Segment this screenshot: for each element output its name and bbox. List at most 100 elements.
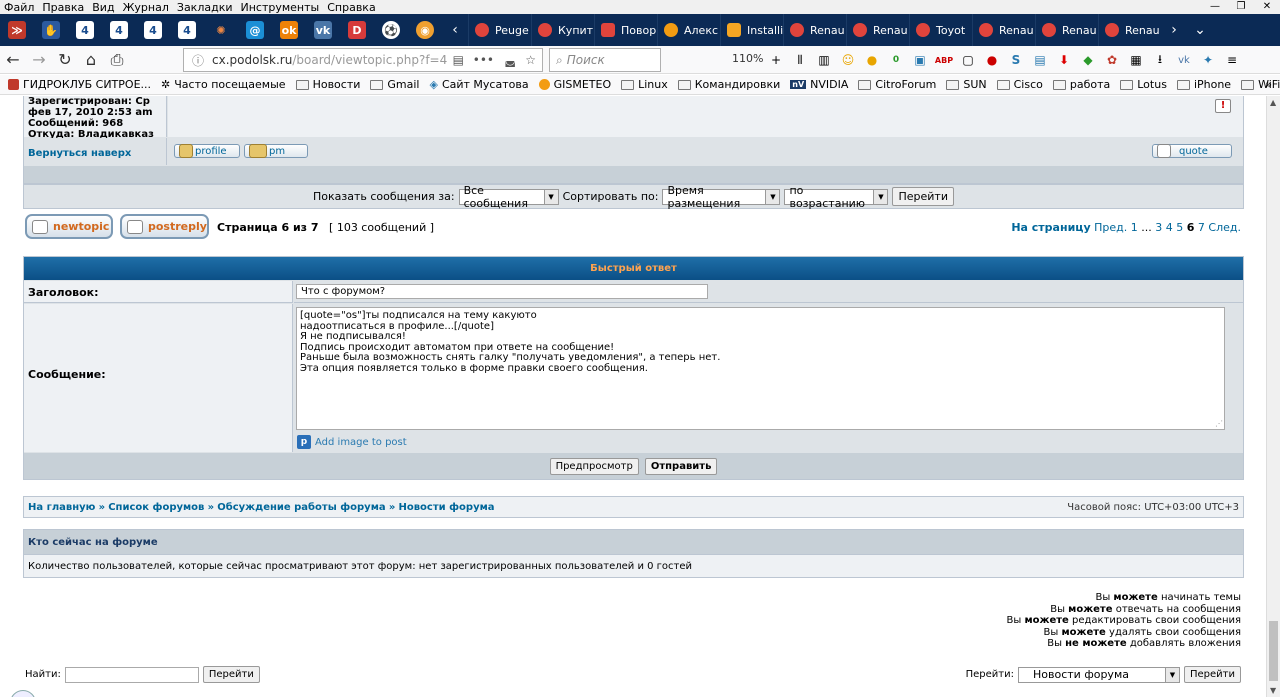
tab-renault-4[interactable]: Renau (1035, 14, 1098, 46)
emoji-icon[interactable]: ☺ (836, 49, 860, 71)
badge-addon-icon[interactable]: 0 (884, 49, 908, 71)
menu-help[interactable]: Справка (323, 1, 379, 14)
bookmarks-overflow-icon[interactable]: » (1265, 78, 1272, 91)
tab-peugeot[interactable]: Peuge (468, 14, 531, 46)
filter-go-button[interactable]: Перейти (892, 187, 954, 206)
search-input[interactable]: ⌕ Поиск (549, 48, 661, 72)
pinned-tab-4pda-1[interactable]: 4 (68, 14, 102, 46)
record-icon[interactable]: ● (980, 49, 1004, 71)
pinned-tab-4pda-2[interactable]: 4 (102, 14, 136, 46)
coin-icon[interactable]: ● (860, 49, 884, 71)
home-button[interactable]: ⌂ (78, 47, 104, 73)
reader-icon[interactable]: ▢ (956, 49, 980, 71)
page-5-link[interactable]: 5 (1176, 221, 1183, 234)
maximize-button[interactable]: ❐ (1228, 0, 1254, 14)
tab-install[interactable]: Installi (720, 14, 783, 46)
menu-history[interactable]: Журнал (119, 1, 173, 14)
flower-addon-icon[interactable]: ✿ (1100, 49, 1124, 71)
menu-bookmarks[interactable]: Закладки (173, 1, 237, 14)
bookmark-nvidia[interactable]: nV NVIDIA (790, 78, 848, 91)
save-icon[interactable]: ▤ (1028, 49, 1052, 71)
pinned-tab-ball[interactable]: ⚽ (374, 14, 408, 46)
to-page-link[interactable]: На страницу (1011, 221, 1090, 234)
adblock-icon[interactable]: ABP (932, 49, 956, 71)
message-textarea[interactable]: [quote="os"]ты подписался на тему какуют… (296, 307, 1225, 430)
downloads-icon[interactable]: ⭳ (1148, 49, 1172, 71)
bookmark-rabota[interactable]: работа (1052, 78, 1110, 91)
page-scrollbar[interactable]: ▲ ▼ (1266, 96, 1280, 697)
menu-view[interactable]: Вид (88, 1, 118, 14)
scrollbar-thumb[interactable] (1269, 621, 1278, 681)
scroll-down-icon[interactable]: ▼ (1270, 686, 1276, 695)
bookmark-citroforum[interactable]: CitroForum (858, 78, 936, 91)
submit-button[interactable]: Отправить (644, 457, 718, 475)
pinned-tab-ok[interactable]: ok (272, 14, 306, 46)
post-reply-button[interactable]: postreply (120, 214, 209, 239)
quote-button[interactable]: quote (1152, 144, 1232, 158)
translate-icon[interactable]: ✦ (1196, 49, 1220, 71)
menu-edit[interactable]: Правка (38, 1, 88, 14)
profile-button[interactable]: profile (174, 144, 240, 158)
bookmark-cisco[interactable]: Cisco (996, 78, 1043, 91)
jump-go-button[interactable]: Перейти (1184, 666, 1241, 683)
forward-button[interactable]: → (26, 47, 52, 73)
page-7-link[interactable]: 7 (1198, 221, 1205, 234)
bookmark-frequent[interactable]: ✲ Часто посещаемые (161, 78, 286, 91)
tab-povor[interactable]: Повор (594, 14, 657, 46)
page-1-link[interactable]: 1 (1131, 221, 1138, 234)
find-go-button[interactable]: Перейти (202, 666, 260, 683)
pinned-tab-circle[interactable]: ◉ (408, 14, 442, 46)
add-icon[interactable]: + (764, 49, 788, 71)
preview-button[interactable]: Предпросмотр (549, 457, 639, 475)
minimize-button[interactable]: — (1202, 0, 1228, 14)
library-icon[interactable]: ⫴ (788, 49, 812, 71)
pinned-tab-4pda-4[interactable]: 4 (170, 14, 204, 46)
bookmark-news[interactable]: Новости (295, 78, 360, 91)
reader-view-icon[interactable]: ▤ (453, 53, 464, 67)
tab-toyota[interactable]: Toyot (909, 14, 972, 46)
bookmark-hydroclub[interactable]: ГИДРОКЛУБ СИТРОЕ... (8, 78, 151, 91)
bookmark-wifi[interactable]: WiFi (1241, 78, 1280, 91)
tab-renault-3[interactable]: Renau (972, 14, 1035, 46)
tabs-list-button[interactable]: ⌄ (1187, 14, 1213, 46)
scroll-up-icon[interactable]: ▲ (1270, 98, 1276, 107)
subject-input[interactable]: Что с форумом? (296, 284, 708, 299)
bookmark-linux[interactable]: Linux (621, 78, 668, 91)
bookmark-gismeteo[interactable]: GISMETEO (538, 78, 611, 91)
bookmark-gmail[interactable]: Gmail (370, 78, 419, 91)
tab-renault-5[interactable]: Renau (1098, 14, 1161, 46)
tab-aleks[interactable]: Алекс (657, 14, 720, 46)
sort-by-select[interactable]: Время размещения ▼ (662, 184, 781, 210)
puzzle-addon-icon[interactable]: ◆ (1076, 49, 1100, 71)
bookmark-sun[interactable]: SUN (946, 78, 987, 91)
menu-file[interactable]: Файл (0, 1, 38, 14)
address-bar[interactable]: ⓘ cx.podolsk.ru/board/viewtopic.php?f=4 … (183, 48, 543, 72)
resize-handle-icon[interactable]: ⋰ (1215, 419, 1223, 430)
pinned-tab-4pda-3[interactable]: 4 (136, 14, 170, 46)
zoom-level[interactable]: 110% (732, 52, 763, 65)
pinned-tab-vk[interactable]: vk (306, 14, 340, 46)
jump-select[interactable]: Новости форума ▼ (1018, 666, 1180, 683)
skype-icon[interactable]: S (1004, 49, 1028, 71)
tabs-scroll-left-button[interactable]: ‹ (442, 14, 468, 46)
tabs-scroll-right-button[interactable]: › (1161, 14, 1187, 46)
show-posts-select[interactable]: Все сообщения ▼ (458, 184, 559, 210)
bookmark-star-icon[interactable]: ☆ (525, 53, 536, 67)
bookmark-lotus[interactable]: Lotus (1120, 78, 1167, 91)
breadcrumb-forum-list[interactable]: Список форумов (108, 502, 204, 513)
pinned-tab-d[interactable]: D (340, 14, 374, 46)
back-to-top-link[interactable]: Вернуться наверх (28, 148, 131, 159)
bookmark-musatov[interactable]: ◈ Сайт Мусатова (429, 78, 528, 91)
page-3-link[interactable]: 3 (1155, 221, 1162, 234)
bookmark-komandirovki[interactable]: Командировки (677, 78, 780, 91)
print-button[interactable]: ⎙ (104, 47, 130, 73)
page-actions-icon[interactable]: ••• (473, 53, 494, 67)
reload-button[interactable]: ↻ (52, 47, 78, 73)
breadcrumb-discussion[interactable]: Обсуждение работы форума (217, 502, 385, 513)
breadcrumb-home[interactable]: На главную (28, 502, 95, 513)
pinned-tab-mail[interactable]: @ (238, 14, 272, 46)
pinned-tab-hand[interactable]: ✋ (34, 14, 68, 46)
sidebar-icon[interactable]: ▥ (812, 49, 836, 71)
prev-page-link[interactable]: Пред. (1094, 221, 1127, 234)
pinned-tab-citroen[interactable]: ≫ (0, 14, 34, 46)
